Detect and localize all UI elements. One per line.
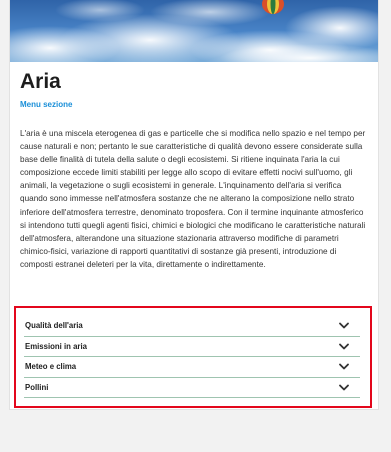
accordion-item-label: Emissioni in aria — [25, 341, 87, 351]
accordion-item-qualita-aria[interactable]: Qualità dell'aria — [24, 316, 360, 337]
page-title: Aria — [20, 70, 61, 93]
accordion-item-pollini[interactable]: Pollini — [24, 378, 360, 398]
chevron-down-icon — [339, 384, 349, 390]
main-content: Aria Menu sezione L'aria è una miscela e… — [10, 62, 378, 271]
accordion-highlight-box: Qualità dell'aria Emissioni in aria Mete… — [14, 306, 372, 408]
chevron-down-icon — [339, 343, 349, 349]
accordion-item-label: Meteo e clima — [25, 362, 77, 372]
page-viewport: Aria Menu sezione L'aria è una miscela e… — [0, 0, 391, 452]
sky-clouds-image — [10, 0, 378, 62]
accordion-item-label: Pollini — [25, 382, 49, 392]
accordion-item-meteo-clima[interactable]: Meteo e clima — [24, 357, 360, 378]
chevron-down-icon — [339, 322, 349, 329]
hero-image — [10, 0, 378, 62]
accordion-list: Qualità dell'aria Emissioni in aria Mete… — [24, 316, 360, 398]
accordion-item-label: Qualità dell'aria — [25, 321, 83, 331]
section-menu-link[interactable]: Menu sezione — [20, 99, 72, 111]
intro-paragraph: L'aria è una miscela eterogenea di gas e… — [20, 129, 366, 269]
accordion-item-emissioni-aria[interactable]: Emissioni in aria — [24, 337, 360, 357]
chevron-down-icon — [339, 363, 349, 370]
